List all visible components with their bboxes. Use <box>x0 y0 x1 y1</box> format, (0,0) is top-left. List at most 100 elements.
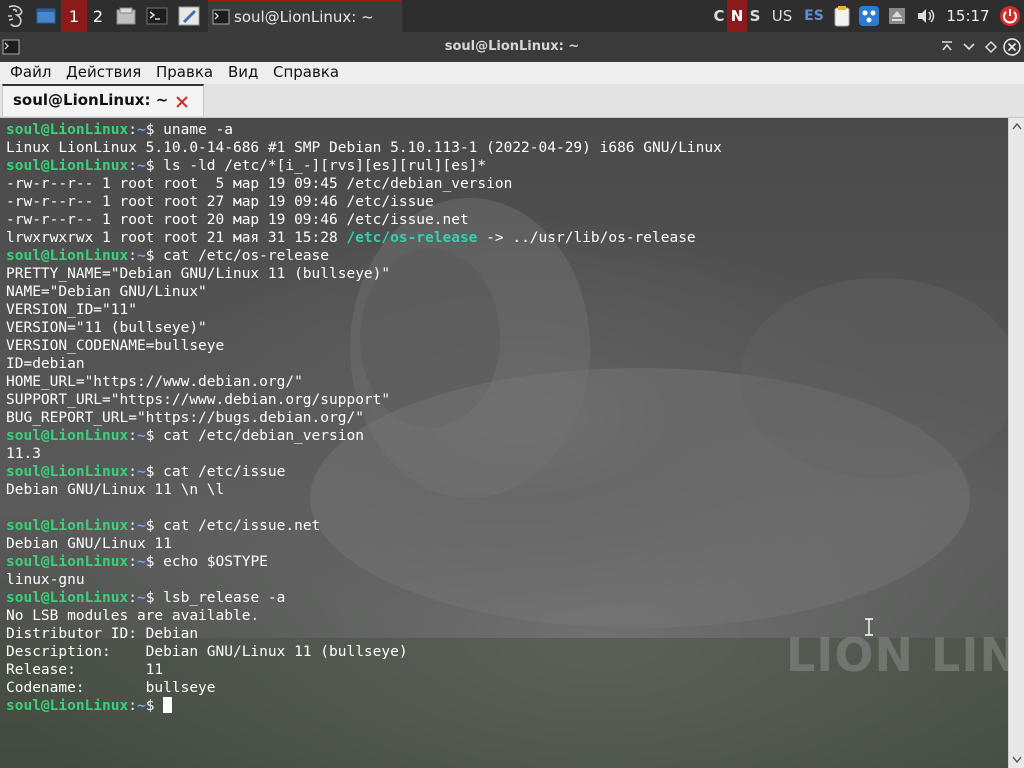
window-title: soul@LionLinux: ~ <box>444 39 580 54</box>
clock[interactable]: 15:17 <box>940 0 996 32</box>
scroll-up-icon[interactable] <box>1011 120 1023 132</box>
prompt-colon: : <box>128 698 137 714</box>
prompt-colon: : <box>128 428 137 444</box>
output-line: -rw-r--r-- 1 root root 20 мар 19 09:46 /… <box>6 211 722 229</box>
power-icon[interactable] <box>998 0 1022 32</box>
command-text: echo $OSTYPE <box>154 554 268 570</box>
output-text: ID=debian <box>6 356 85 372</box>
menu-view[interactable]: Вид <box>224 62 262 84</box>
menu-edit[interactable]: Правка <box>152 62 217 84</box>
prompt-colon: : <box>128 518 137 534</box>
output-text: SUPPORT_URL="https://www.debian.org/supp… <box>6 392 391 408</box>
workspace-2[interactable]: 2 <box>87 0 109 32</box>
output-text: Linux LionLinux 5.10.0-14-686 #1 SMP Deb… <box>6 140 722 156</box>
output-line: SUPPORT_URL="https://www.debian.org/supp… <box>6 391 722 409</box>
prompt-line: soul@LionLinux:~$ <box>6 697 722 715</box>
keyboard-layout-us[interactable]: US <box>766 0 798 32</box>
keep-above-icon[interactable] <box>938 38 956 56</box>
prompt-path: ~ <box>136 464 146 480</box>
caps-lock-indicator: C <box>713 7 725 25</box>
command-text: uname -a <box>154 122 233 138</box>
output-text: linux-gnu <box>6 572 85 588</box>
output-text: Description: Debian GNU/Linux 11 (bullse… <box>6 644 408 660</box>
terminal-launcher-icon[interactable] <box>144 0 170 32</box>
clipboard-icon[interactable] <box>830 0 854 32</box>
prompt-line: soul@LionLinux:~$ cat /etc/debian_versio… <box>6 427 722 445</box>
prompt-user: soul@LionLinux <box>6 158 129 174</box>
command-text <box>154 698 163 714</box>
menu-actions[interactable]: Действия <box>62 62 145 84</box>
terminal-scrollbar[interactable] <box>1008 118 1024 768</box>
prompt-user: soul@LionLinux <box>6 464 129 480</box>
terminal-view[interactable]: LION LIN soul@LionLinux:~$ uname -a Linux… <box>0 118 1008 768</box>
taskbar-terminal-button[interactable]: soul@LionLinux: ~ <box>208 0 402 32</box>
output-text: Distributor ID: Debian <box>6 626 199 642</box>
prompt-line: soul@LionLinux:~$ echo $OSTYPE <box>6 553 722 571</box>
prompt-path: ~ <box>136 554 146 570</box>
maximize-icon[interactable] <box>982 38 1000 56</box>
top-panel: 1 2 soul@LionLinux: ~ C N S US ES 15:17 <box>0 0 1024 32</box>
output-text: Debian GNU/Linux 11 <box>6 536 172 552</box>
output-text: lrwxrwxrwx 1 root root 21 мая 31 15:28 <box>6 230 347 246</box>
output-line: Linux LionLinux 5.10.0-14-686 #1 SMP Deb… <box>6 139 722 157</box>
command-text: cat /etc/issue.net <box>154 518 321 534</box>
prompt-colon: : <box>128 248 137 264</box>
output-text: VERSION="11 (bullseye)" <box>6 320 207 336</box>
prompt-line: soul@LionLinux:~$ lsb_release -a <box>6 589 722 607</box>
prompt-line: soul@LionLinux:~$ cat /etc/issue <box>6 463 722 481</box>
output-line: -rw-r--r-- 1 root root 27 мар 19 09:46 /… <box>6 193 722 211</box>
workspace-1[interactable]: 1 <box>61 0 87 32</box>
output-line: Codename: bullseye <box>6 679 722 697</box>
output-text: BUG_REPORT_URL="https://bugs.debian.org/… <box>6 410 364 426</box>
output-line: linux-gnu <box>6 571 722 589</box>
output-text: VERSION_CODENAME=bullseye <box>6 338 225 354</box>
prompt-path: ~ <box>136 158 146 174</box>
symlink-name: /etc/os-release <box>346 230 478 246</box>
command-text: ls -ld /etc/*[i_-][rvs][es][rul][es]* <box>154 158 487 174</box>
tab-terminal[interactable]: soul@LionLinux: ~ <box>2 84 204 116</box>
prompt-user: soul@LionLinux <box>6 554 129 570</box>
menu-bar: Файл Действия Правка Вид Справка <box>0 62 1024 85</box>
output-text: Codename: bullseye <box>6 680 216 696</box>
network-icon[interactable] <box>857 0 881 32</box>
output-text: -rw-r--r-- 1 root root 20 мар 19 09:46 /… <box>6 212 469 228</box>
prompt-path: ~ <box>136 428 146 444</box>
output-line: VERSION_ID="11" <box>6 301 722 319</box>
output-text: NAME="Debian GNU/Linux" <box>6 284 207 300</box>
close-tab-icon[interactable] <box>175 94 189 113</box>
eject-icon[interactable] <box>886 0 908 32</box>
minimize-icon[interactable] <box>960 38 978 56</box>
menu-help[interactable]: Справка <box>269 62 343 84</box>
keyboard-layout-es[interactable]: ES <box>802 0 826 32</box>
output-line: NAME="Debian GNU/Linux" <box>6 283 722 301</box>
symlink-target: -> ../usr/lib/os-release <box>477 230 696 246</box>
output-line: ID=debian <box>6 355 722 373</box>
volume-icon[interactable] <box>914 0 938 32</box>
file-manager-icon[interactable] <box>114 0 138 32</box>
scroll-down-icon[interactable] <box>1011 754 1023 766</box>
workspace-2-label: 2 <box>92 6 104 26</box>
command-text: cat /etc/issue <box>154 464 286 480</box>
prompt-line: soul@LionLinux:~$ ls -ld /etc/*[i_-][rvs… <box>6 157 722 175</box>
output-line: BUG_REPORT_URL="https://bugs.debian.org/… <box>6 409 722 427</box>
prompt-colon: : <box>128 590 137 606</box>
output-line: Distributor ID: Debian <box>6 625 722 643</box>
menu-file[interactable]: Файл <box>6 62 55 84</box>
window-titlebar[interactable]: soul@LionLinux: ~ <box>0 32 1024 62</box>
app-menu-lion-icon[interactable] <box>2 0 30 32</box>
terminal-output: soul@LionLinux:~$ uname -a Linux LionLinu… <box>6 121 722 715</box>
close-window-icon[interactable] <box>1003 38 1021 56</box>
prompt-user: soul@LionLinux <box>6 698 129 714</box>
output-line: VERSION_CODENAME=bullseye <box>6 337 722 355</box>
terminal-cursor <box>163 697 173 713</box>
output-line: HOME_URL="https://www.debian.org/" <box>6 373 722 391</box>
prompt-colon: : <box>128 158 137 174</box>
prompt-path: ~ <box>136 248 146 264</box>
terminal-icon <box>212 9 230 25</box>
output-line: Debian GNU/Linux 11 \n \l <box>6 481 722 499</box>
text-editor-icon[interactable] <box>176 0 202 32</box>
output-line: PRETTY_NAME="Debian GNU/Linux 11 (bullse… <box>6 265 722 283</box>
output-line: No LSB modules are available. <box>6 607 722 625</box>
show-desktop-icon[interactable] <box>34 0 58 32</box>
